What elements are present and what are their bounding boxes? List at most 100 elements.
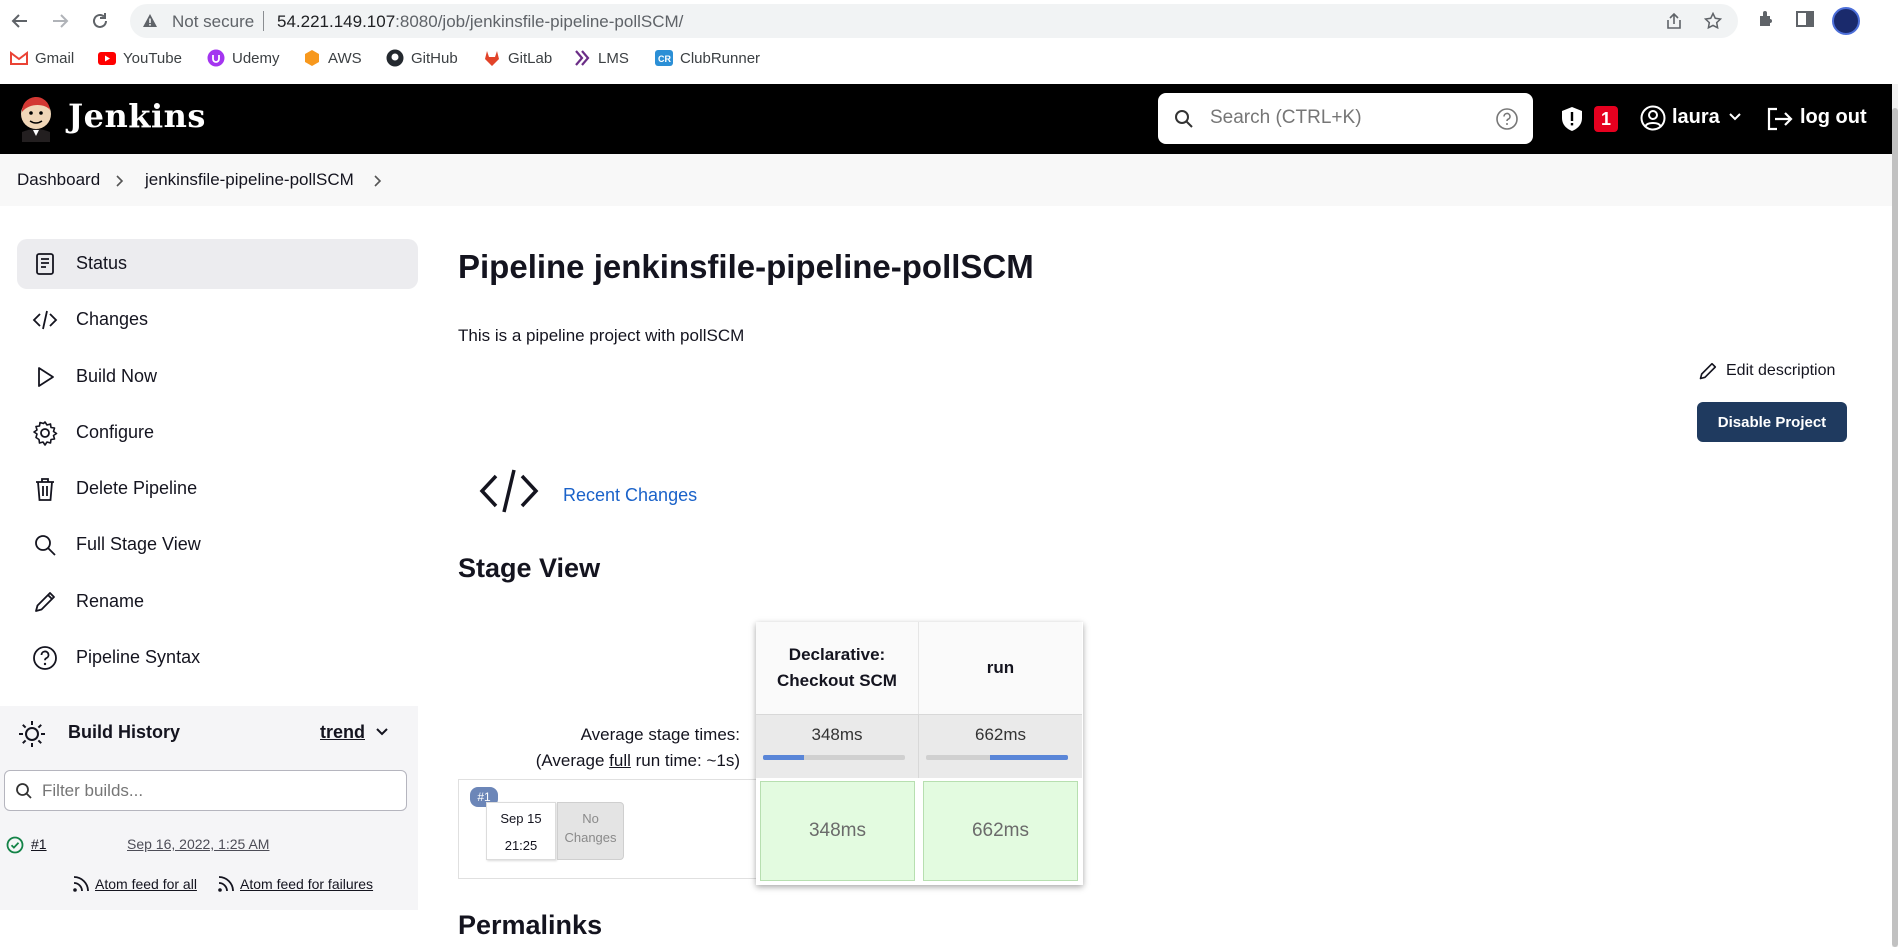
sidebar-item-pipeline-syntax[interactable]: Pipeline Syntax	[17, 633, 418, 683]
search-box[interactable]: Search (CTRL+K)	[1158, 93, 1533, 144]
address-bar[interactable]: Not secure 54.221.149.107:8080/job/jenki…	[130, 4, 1738, 38]
logout-link[interactable]: log out	[1800, 106, 1867, 129]
gmail-icon	[10, 49, 28, 67]
build-date-link[interactable]: Sep 16, 2022, 1:25 AM	[127, 836, 269, 852]
stage-cell-success[interactable]: 348ms	[760, 781, 915, 881]
sidebar-item-label: Changes	[76, 309, 149, 329]
stage-average-bar	[763, 755, 905, 760]
bookmark-github[interactable]: GitHub	[386, 49, 458, 67]
bookmark-label: GitHub	[411, 49, 458, 67]
stage-cell-success[interactable]: 662ms	[923, 781, 1078, 881]
success-check-icon	[6, 836, 24, 854]
security-label: Not secure	[172, 12, 255, 31]
edit-description-label: Edit description	[1726, 362, 1836, 379]
bookmark-label: Udemy	[232, 49, 280, 67]
jenkins-logo-icon[interactable]	[16, 96, 56, 142]
bookmark-udemy[interactable]: Udemy	[207, 49, 280, 67]
filter-builds-input[interactable]: Filter builds...	[4, 770, 407, 811]
sidebar-item-label: Build Now	[76, 366, 158, 386]
stage-view-table: Declarative: Checkout SCM 348ms 348ms run…	[756, 622, 1083, 885]
sidebar-item-build-now[interactable]: Build Now	[17, 352, 418, 402]
sidebar-item-configure[interactable]: Configure	[17, 408, 418, 458]
bookmark-label: LMS	[598, 49, 629, 67]
atom-feed-failures[interactable]: Atom feed for failures	[217, 875, 373, 893]
trend-link[interactable]: trend	[320, 722, 365, 743]
star-icon[interactable]	[1704, 12, 1722, 30]
bookmark-aws[interactable]: AWS	[303, 49, 362, 67]
build-number-link[interactable]: #1	[31, 836, 47, 852]
svg-text:CR: CR	[658, 54, 671, 64]
sidebar-item-label: Delete Pipeline	[76, 478, 198, 498]
bookmark-label: GitLab	[508, 49, 553, 67]
permalinks-title: Permalinks	[458, 910, 603, 940]
browser-chrome: Not secure 54.221.149.107:8080/job/jenki…	[0, 0, 1898, 84]
avg-full-runtime: (Average full run time: ~1s)	[458, 748, 740, 774]
scrollbar-thumb[interactable]	[1892, 108, 1898, 947]
chevron-right-icon[interactable]	[373, 174, 383, 188]
bookmark-label: Gmail	[35, 49, 75, 67]
username-menu[interactable]: laura	[1672, 106, 1720, 129]
sidebar-item-label: Configure	[76, 422, 155, 442]
stage-name-line1: Declarative:	[788, 645, 886, 664]
forward-button[interactable]	[48, 9, 72, 33]
url-host: 54.221.149.107	[277, 12, 396, 31]
sidebar-item-label: Rename	[76, 591, 145, 611]
back-button[interactable]	[8, 9, 32, 33]
url-text: 54.221.149.107:8080/job/jenkinsfile-pipe…	[277, 12, 683, 32]
profile-avatar[interactable]	[1832, 7, 1860, 35]
edit-description-link[interactable]: Edit description	[1698, 361, 1835, 381]
sidebar-item-full-stage-view[interactable]: Full Stage View	[17, 520, 418, 570]
sidebar-item-rename[interactable]: Rename	[17, 577, 418, 627]
security-shield-icon[interactable]	[1560, 106, 1584, 132]
breadcrumb-job[interactable]: jenkinsfile-pipeline-pollSCM	[145, 170, 354, 190]
run-date: Sep 15 21:25	[486, 802, 556, 860]
github-icon	[386, 49, 404, 67]
build-history-title: Build History	[68, 722, 181, 742]
udemy-icon	[207, 49, 225, 67]
extensions-icon[interactable]	[1756, 9, 1776, 29]
warning-icon	[143, 14, 157, 27]
play-icon	[32, 364, 58, 390]
bookmark-gmail[interactable]: Gmail	[10, 49, 74, 67]
logout-icon[interactable]	[1766, 106, 1794, 132]
stage-header: Declarative: Checkout SCM	[756, 622, 919, 714]
code-icon	[32, 307, 58, 333]
disable-project-button[interactable]: Disable Project	[1697, 402, 1847, 442]
bookmark-clubrunner[interactable]: CR ClubRunner	[655, 49, 760, 67]
run-changes[interactable]: No Changes	[557, 802, 624, 860]
atom-feed-all[interactable]: Atom feed for all	[72, 875, 197, 893]
share-icon[interactable]	[1665, 12, 1683, 30]
bookmark-youtube[interactable]: YouTube	[98, 49, 182, 67]
breadcrumb-dashboard[interactable]: Dashboard	[17, 170, 100, 190]
full-runtime-link[interactable]: full	[609, 751, 631, 770]
pencil-icon	[1699, 362, 1717, 380]
run-date-day: Sep 15	[500, 811, 542, 826]
reload-button[interactable]	[88, 9, 112, 33]
app-title[interactable]: Jenkins	[68, 97, 206, 135]
bookmark-label: AWS	[328, 49, 362, 67]
bookmark-label: YouTube	[123, 49, 182, 67]
address-separator	[263, 11, 264, 31]
chevron-down-icon[interactable]	[375, 727, 389, 737]
stage-average-bar	[926, 755, 1068, 760]
stage-average-bar-fill	[989, 755, 1068, 760]
stage-name-line1: run	[986, 658, 1015, 677]
reload-icon	[93, 13, 107, 28]
bookmark-lms[interactable]: LMS	[573, 49, 629, 67]
alert-count-badge[interactable]: 1	[1594, 106, 1618, 132]
chevron-right-icon	[116, 175, 124, 187]
search-input[interactable]: Search (CTRL+K)	[1210, 107, 1362, 129]
sidebar-item-delete-pipeline[interactable]: Delete Pipeline	[17, 464, 418, 514]
user-icon[interactable]	[1640, 105, 1666, 131]
recent-changes-link[interactable]: Recent Changes	[563, 485, 697, 506]
sidebar-item-changes[interactable]: Changes	[17, 295, 418, 345]
side-panel-icon[interactable]	[1795, 9, 1815, 29]
sidebar-item-status[interactable]: Status	[17, 239, 418, 289]
page-scrollbar[interactable]	[1892, 84, 1898, 947]
project-description: This is a pipeline project with pollSCM	[458, 326, 745, 345]
run-changes-line1: No	[582, 811, 599, 826]
bookmark-gitlab[interactable]: GitLab	[483, 49, 552, 67]
bookmark-label: ClubRunner	[680, 49, 761, 67]
chevron-down-icon[interactable]	[1728, 112, 1742, 122]
help-icon[interactable]	[1495, 107, 1519, 131]
